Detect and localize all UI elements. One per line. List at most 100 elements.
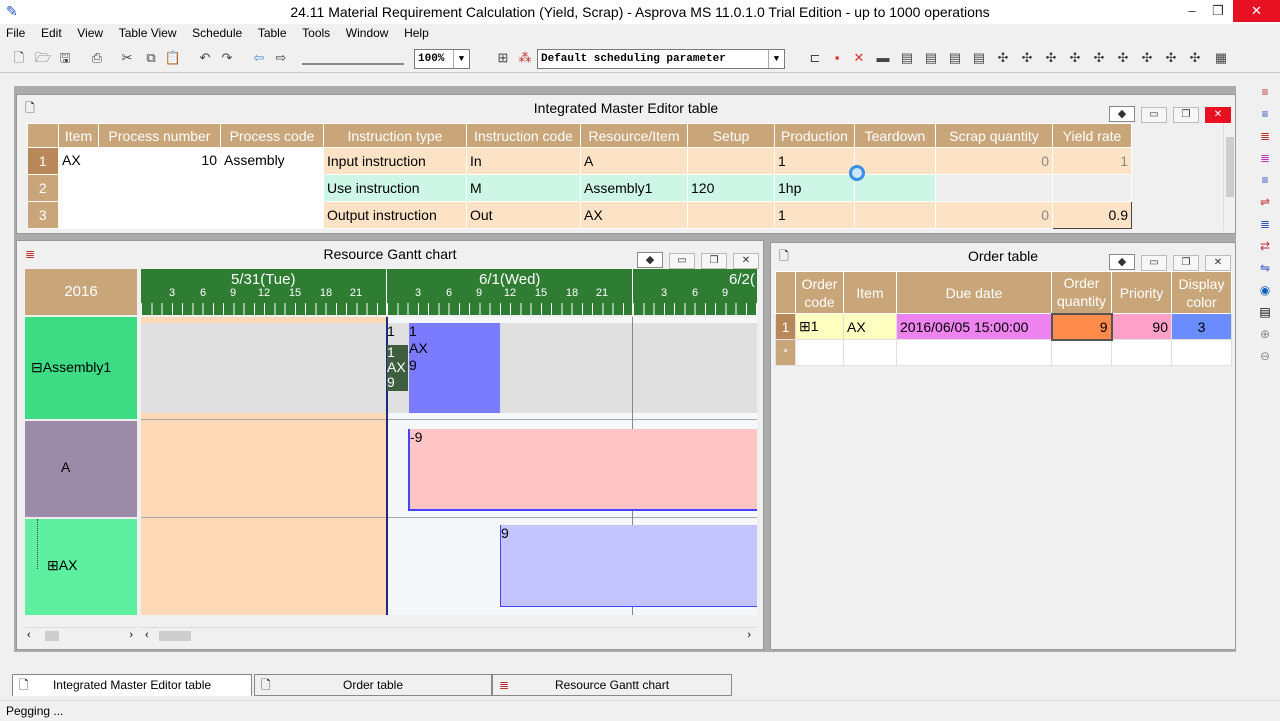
forward-icon[interactable]: ⇨ — [272, 49, 290, 67]
scroll-left-icon[interactable]: ‹ — [27, 629, 31, 641]
side-icon-2[interactable]: ≡ — [1256, 105, 1274, 123]
gantt-maximize-button[interactable]: ❐ — [701, 253, 727, 269]
redo-icon[interactable]: ↷ — [218, 49, 236, 67]
tool-icon-13[interactable]: ✣ — [1162, 49, 1180, 67]
save-icon[interactable]: 🖫 — [56, 49, 74, 67]
side-icon-10[interactable]: ◉ — [1256, 281, 1274, 299]
menu-help[interactable]: Help — [398, 24, 435, 42]
inventory-bar-ax[interactable]: 9 — [500, 525, 757, 607]
tool-icon-1[interactable]: ▬ — [874, 49, 892, 67]
pin-icon[interactable]: ◆ — [637, 252, 663, 268]
menu-view[interactable]: View — [71, 24, 109, 42]
priority-cell[interactable]: 90 — [1111, 313, 1172, 340]
instruction-code-cell[interactable]: Out — [466, 201, 581, 229]
empty-cell[interactable] — [843, 339, 897, 366]
instruction-type-cell[interactable]: Output instruction — [323, 201, 467, 229]
item-cell[interactable]: AX — [58, 147, 99, 229]
production-cell[interactable]: 1hp — [774, 174, 855, 202]
restore-button[interactable]: ❐ — [1203, 0, 1233, 22]
empty-cell[interactable] — [1111, 339, 1172, 366]
order-close-button[interactable]: ✕ — [1205, 255, 1231, 271]
process-code-cell[interactable]: Assembly — [220, 147, 324, 229]
setup-bar[interactable]: 1 AX 9 — [387, 345, 408, 391]
tool-icon-10[interactable]: ✣ — [1090, 49, 1108, 67]
menu-table-view[interactable]: Table View — [113, 24, 183, 42]
side-icon-7[interactable]: ≣ — [1256, 215, 1274, 233]
zoom-select[interactable]: 100% ▼ — [414, 49, 470, 69]
production-cell[interactable]: 1 — [774, 147, 855, 175]
empty-cell[interactable] — [1171, 339, 1232, 366]
tool-icon-15[interactable]: ▦ — [1212, 49, 1230, 67]
menu-edit[interactable]: Edit — [35, 24, 68, 42]
col-production[interactable]: Production — [774, 123, 855, 148]
setup-cell[interactable] — [687, 147, 775, 175]
col-order-code[interactable]: Order code — [795, 271, 844, 314]
tool-icon-3[interactable]: ▤ — [922, 49, 940, 67]
col-scrap-quantity[interactable]: Scrap quantity — [935, 123, 1053, 148]
scroll-thumb[interactable] — [159, 631, 191, 641]
mdi-horizontal-scrollbar[interactable] — [14, 654, 1236, 666]
tool-icon-8[interactable]: ✣ — [1042, 49, 1060, 67]
tool-icon-7[interactable]: ✣ — [1018, 49, 1036, 67]
close-button[interactable]: ✕ — [1233, 0, 1280, 22]
row-number[interactable]: 1 — [27, 147, 59, 175]
col-instruction-code[interactable]: Instruction code — [466, 123, 581, 148]
tool-icon-14[interactable]: ✣ — [1186, 49, 1204, 67]
ime-minimize-button[interactable]: ▭ — [1141, 107, 1167, 123]
empty-cell[interactable] — [896, 339, 1052, 366]
col-priority[interactable]: Priority — [1111, 271, 1172, 314]
scroll-left-icon[interactable]: ‹ — [145, 629, 149, 641]
item-cell[interactable]: AX — [843, 313, 897, 340]
side-icon-5[interactable]: ≡ — [1256, 171, 1274, 189]
side-icon-9[interactable]: ⇋ — [1256, 259, 1274, 277]
instruction-code-cell[interactable]: In — [466, 147, 581, 175]
teardown-cell[interactable] — [854, 201, 936, 229]
new-row-marker[interactable]: * — [775, 339, 796, 366]
scroll-thumb[interactable] — [1226, 137, 1234, 197]
production-cell[interactable]: 1 — [774, 201, 855, 229]
tool-icon-12[interactable]: ✣ — [1138, 49, 1156, 67]
teardown-cell[interactable] — [854, 174, 936, 202]
due-date-cell[interactable]: 2016/06/05 15:00:00 — [896, 313, 1052, 340]
expand-icon[interactable]: ⊞ — [799, 318, 811, 334]
tab-integrated-master-editor[interactable]: 🗋 Integrated Master Editor table — [12, 674, 252, 696]
order-quantity-cell[interactable]: 9 — [1050, 312, 1113, 341]
instruction-type-cell[interactable]: Input instruction — [323, 147, 467, 175]
order-maximize-button[interactable]: ❐ — [1173, 255, 1199, 271]
scroll-thumb[interactable] — [45, 631, 59, 641]
setup-cell[interactable]: 120 — [687, 174, 775, 202]
tool-icon-11[interactable]: ✣ — [1114, 49, 1132, 67]
col-process-number[interactable]: Process number — [98, 123, 221, 148]
undo-icon[interactable]: ↶ — [196, 49, 214, 67]
scroll-right-icon[interactable]: › — [129, 629, 133, 641]
col-resource-item[interactable]: Resource/Item — [580, 123, 688, 148]
resource-row-assembly1[interactable]: ⊟Assembly1 — [25, 317, 137, 419]
chevron-down-icon[interactable]: ▼ — [453, 50, 469, 68]
side-icon-11[interactable]: ▤ — [1256, 303, 1274, 321]
resource-row-ax[interactable]: ⊞AX — [25, 519, 137, 615]
paste-icon[interactable]: 📋 — [164, 49, 182, 67]
param-icon[interactable]: ⊞ — [494, 49, 512, 67]
menu-schedule[interactable]: Schedule — [186, 24, 248, 42]
copy-icon[interactable]: ⧉ — [142, 49, 160, 67]
ime-maximize-button[interactable]: ❐ — [1173, 107, 1199, 123]
inventory-bar-a[interactable]: -9 — [408, 429, 757, 511]
resource-item-cell[interactable]: AX — [580, 201, 688, 229]
row-number[interactable]: 1 — [775, 313, 796, 340]
scrap-quantity-cell[interactable] — [935, 174, 1053, 202]
yield-rate-cell[interactable] — [1052, 174, 1132, 202]
pin-icon[interactable]: ◆ — [1109, 106, 1135, 122]
side-icon-6[interactable]: ⇌ — [1256, 193, 1274, 211]
delete-icon[interactable]: ✕ — [850, 49, 868, 67]
pin-icon[interactable]: ◆ — [1109, 254, 1135, 270]
instruction-type-cell[interactable]: Use instruction — [323, 174, 467, 202]
col-teardown[interactable]: Teardown — [854, 123, 936, 148]
print-icon[interactable]: ⎙ — [88, 49, 106, 67]
resource-row-a[interactable]: A — [25, 421, 137, 517]
scrap-quantity-cell[interactable]: 0 — [935, 201, 1053, 229]
chevron-down-icon[interactable]: ▼ — [768, 50, 784, 68]
tool-icon-4[interactable]: ▤ — [946, 49, 964, 67]
tool-icon-9[interactable]: ✣ — [1066, 49, 1084, 67]
scheduling-parameter-select[interactable]: Default scheduling parameter ▼ — [537, 49, 785, 69]
yield-rate-cell[interactable]: 1 — [1052, 147, 1132, 175]
